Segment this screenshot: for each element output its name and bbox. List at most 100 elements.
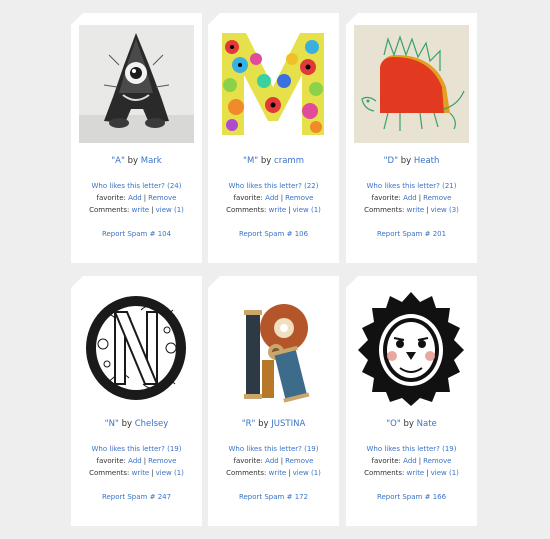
comments-label: Comments: — [89, 206, 130, 214]
favorite-remove-link[interactable]: Remove — [148, 457, 176, 465]
author-link[interactable]: Heath — [414, 156, 440, 166]
letter-thumbnail-m[interactable] — [216, 25, 331, 143]
letter-link[interactable]: "A" — [111, 156, 125, 166]
comments-line: Comments: write | view (1) — [226, 469, 321, 477]
author-link[interactable]: Mark — [141, 156, 162, 166]
spam-line: Report Spam # 166 — [346, 493, 477, 501]
letter-title: "A" by Mark — [71, 156, 202, 166]
letter-link[interactable]: "D" — [384, 156, 398, 166]
likes-line: Who likes this letter? (22) — [208, 182, 339, 190]
comments-line: Comments: write | view (1) — [226, 206, 321, 214]
likes-line: Who likes this letter? (24) — [71, 182, 202, 190]
letter-thumbnail-d[interactable] — [354, 25, 469, 143]
letter-thumbnail-r[interactable] — [216, 288, 331, 406]
who-likes-link[interactable]: Who likes this letter? (19) — [229, 445, 319, 453]
letter-thumbnail-n[interactable] — [79, 288, 194, 406]
letter-title: "M" by cramm — [208, 156, 339, 166]
favorite-remove-link[interactable]: Remove — [423, 457, 451, 465]
letter-card: "D" by Heath Who likes this letter? (21)… — [346, 13, 477, 263]
report-spam-link[interactable]: Report Spam # 201 — [377, 230, 446, 238]
favorite-add-link[interactable]: Add — [265, 457, 279, 465]
letter-link[interactable]: "O" — [386, 419, 401, 429]
favorite-add-link[interactable]: Add — [403, 194, 417, 202]
letter-title: "N" by Chelsey — [71, 419, 202, 429]
likes-line: Who likes this letter? (19) — [346, 445, 477, 453]
by-text: by — [260, 156, 272, 166]
comment-view-link[interactable]: view (1) — [431, 469, 459, 477]
likes-line: Who likes this letter? (19) — [208, 445, 339, 453]
letter-r-artwork — [216, 288, 331, 406]
author-link[interactable]: cramm — [274, 156, 304, 166]
by-text: by — [400, 156, 412, 166]
favorite-label: favorite: — [233, 194, 263, 202]
favorite-add-link[interactable]: Add — [128, 457, 142, 465]
comments-label: Comments: — [89, 469, 130, 477]
spam-line: Report Spam # 201 — [346, 230, 477, 238]
report-spam-link[interactable]: Report Spam # 166 — [377, 493, 446, 501]
favorite-remove-link[interactable]: Remove — [285, 457, 313, 465]
report-spam-link[interactable]: Report Spam # 106 — [239, 230, 308, 238]
letter-thumbnail-o[interactable] — [354, 288, 469, 406]
spam-line: Report Spam # 247 — [71, 493, 202, 501]
who-likes-link[interactable]: Who likes this letter? (24) — [92, 182, 182, 190]
favorite-line: favorite: Add | Remove — [96, 457, 177, 465]
favorite-line: favorite: Add | Remove — [233, 194, 314, 202]
letter-thumbnail-a[interactable] — [79, 25, 194, 143]
favorite-line: favorite: Add | Remove — [371, 194, 452, 202]
favorite-remove-link[interactable]: Remove — [148, 194, 176, 202]
comments-label: Comments: — [226, 469, 267, 477]
report-spam-link[interactable]: Report Spam # 172 — [239, 493, 308, 501]
comment-view-link[interactable]: view (3) — [431, 206, 459, 214]
comments-line: Comments: write | view (1) — [364, 469, 459, 477]
letter-link[interactable]: "N" — [105, 419, 119, 429]
letter-link[interactable]: "R" — [242, 419, 256, 429]
favorite-add-link[interactable]: Add — [265, 194, 279, 202]
spam-line: Report Spam # 106 — [208, 230, 339, 238]
by-text: by — [258, 419, 269, 429]
author-link[interactable]: JUSTINA — [271, 419, 305, 429]
author-link[interactable]: Nate — [417, 419, 437, 429]
report-spam-link[interactable]: Report Spam # 104 — [102, 230, 171, 238]
letter-title: "D" by Heath — [346, 156, 477, 166]
report-spam-link[interactable]: Report Spam # 247 — [102, 493, 171, 501]
letter-link[interactable]: "M" — [243, 156, 258, 166]
comments-line: Comments: write | view (1) — [89, 206, 184, 214]
favorite-line: favorite: Add | Remove — [233, 457, 314, 465]
letter-card: "M" by cramm Who likes this letter? (22)… — [208, 13, 339, 263]
favorite-remove-link[interactable]: Remove — [285, 194, 313, 202]
favorite-line: favorite: Add | Remove — [371, 457, 452, 465]
letter-card: "A" by Mark Who likes this letter? (24) … — [71, 13, 202, 263]
comment-write-link[interactable]: write — [407, 469, 425, 477]
comments-label: Comments: — [364, 206, 405, 214]
spam-line: Report Spam # 172 — [208, 493, 339, 501]
favorite-label: favorite: — [371, 194, 401, 202]
favorite-label: favorite: — [233, 457, 263, 465]
letter-title: "O" by Nate — [346, 419, 477, 429]
who-likes-link[interactable]: Who likes this letter? (19) — [367, 445, 457, 453]
letter-o-artwork — [354, 288, 469, 406]
comment-write-link[interactable]: write — [132, 469, 150, 477]
letter-card: "O" by Nate Who likes this letter? (19) … — [346, 276, 477, 526]
favorite-add-link[interactable]: Add — [403, 457, 417, 465]
favorite-remove-link[interactable]: Remove — [423, 194, 451, 202]
letter-card: "R" by JUSTINA Who likes this letter? (1… — [208, 276, 339, 526]
favorite-label: favorite: — [371, 457, 401, 465]
who-likes-link[interactable]: Who likes this letter? (22) — [229, 182, 319, 190]
who-likes-link[interactable]: Who likes this letter? (19) — [92, 445, 182, 453]
favorite-label: favorite: — [96, 457, 126, 465]
comment-write-link[interactable]: write — [132, 206, 150, 214]
letter-card: "N" by Chelsey Who likes this letter? (1… — [71, 276, 202, 526]
comments-line: Comments: write | view (1) — [89, 469, 184, 477]
comment-write-link[interactable]: write — [407, 206, 425, 214]
favorite-add-link[interactable]: Add — [128, 194, 142, 202]
comment-write-link[interactable]: write — [269, 206, 287, 214]
comment-view-link[interactable]: view (1) — [293, 206, 321, 214]
likes-line: Who likes this letter? (19) — [71, 445, 202, 453]
comment-view-link[interactable]: view (1) — [293, 469, 321, 477]
comment-write-link[interactable]: write — [269, 469, 287, 477]
letter-m-artwork — [216, 25, 331, 143]
comment-view-link[interactable]: view (1) — [156, 206, 184, 214]
comment-view-link[interactable]: view (1) — [156, 469, 184, 477]
author-link[interactable]: Chelsey — [135, 419, 169, 429]
who-likes-link[interactable]: Who likes this letter? (21) — [367, 182, 457, 190]
